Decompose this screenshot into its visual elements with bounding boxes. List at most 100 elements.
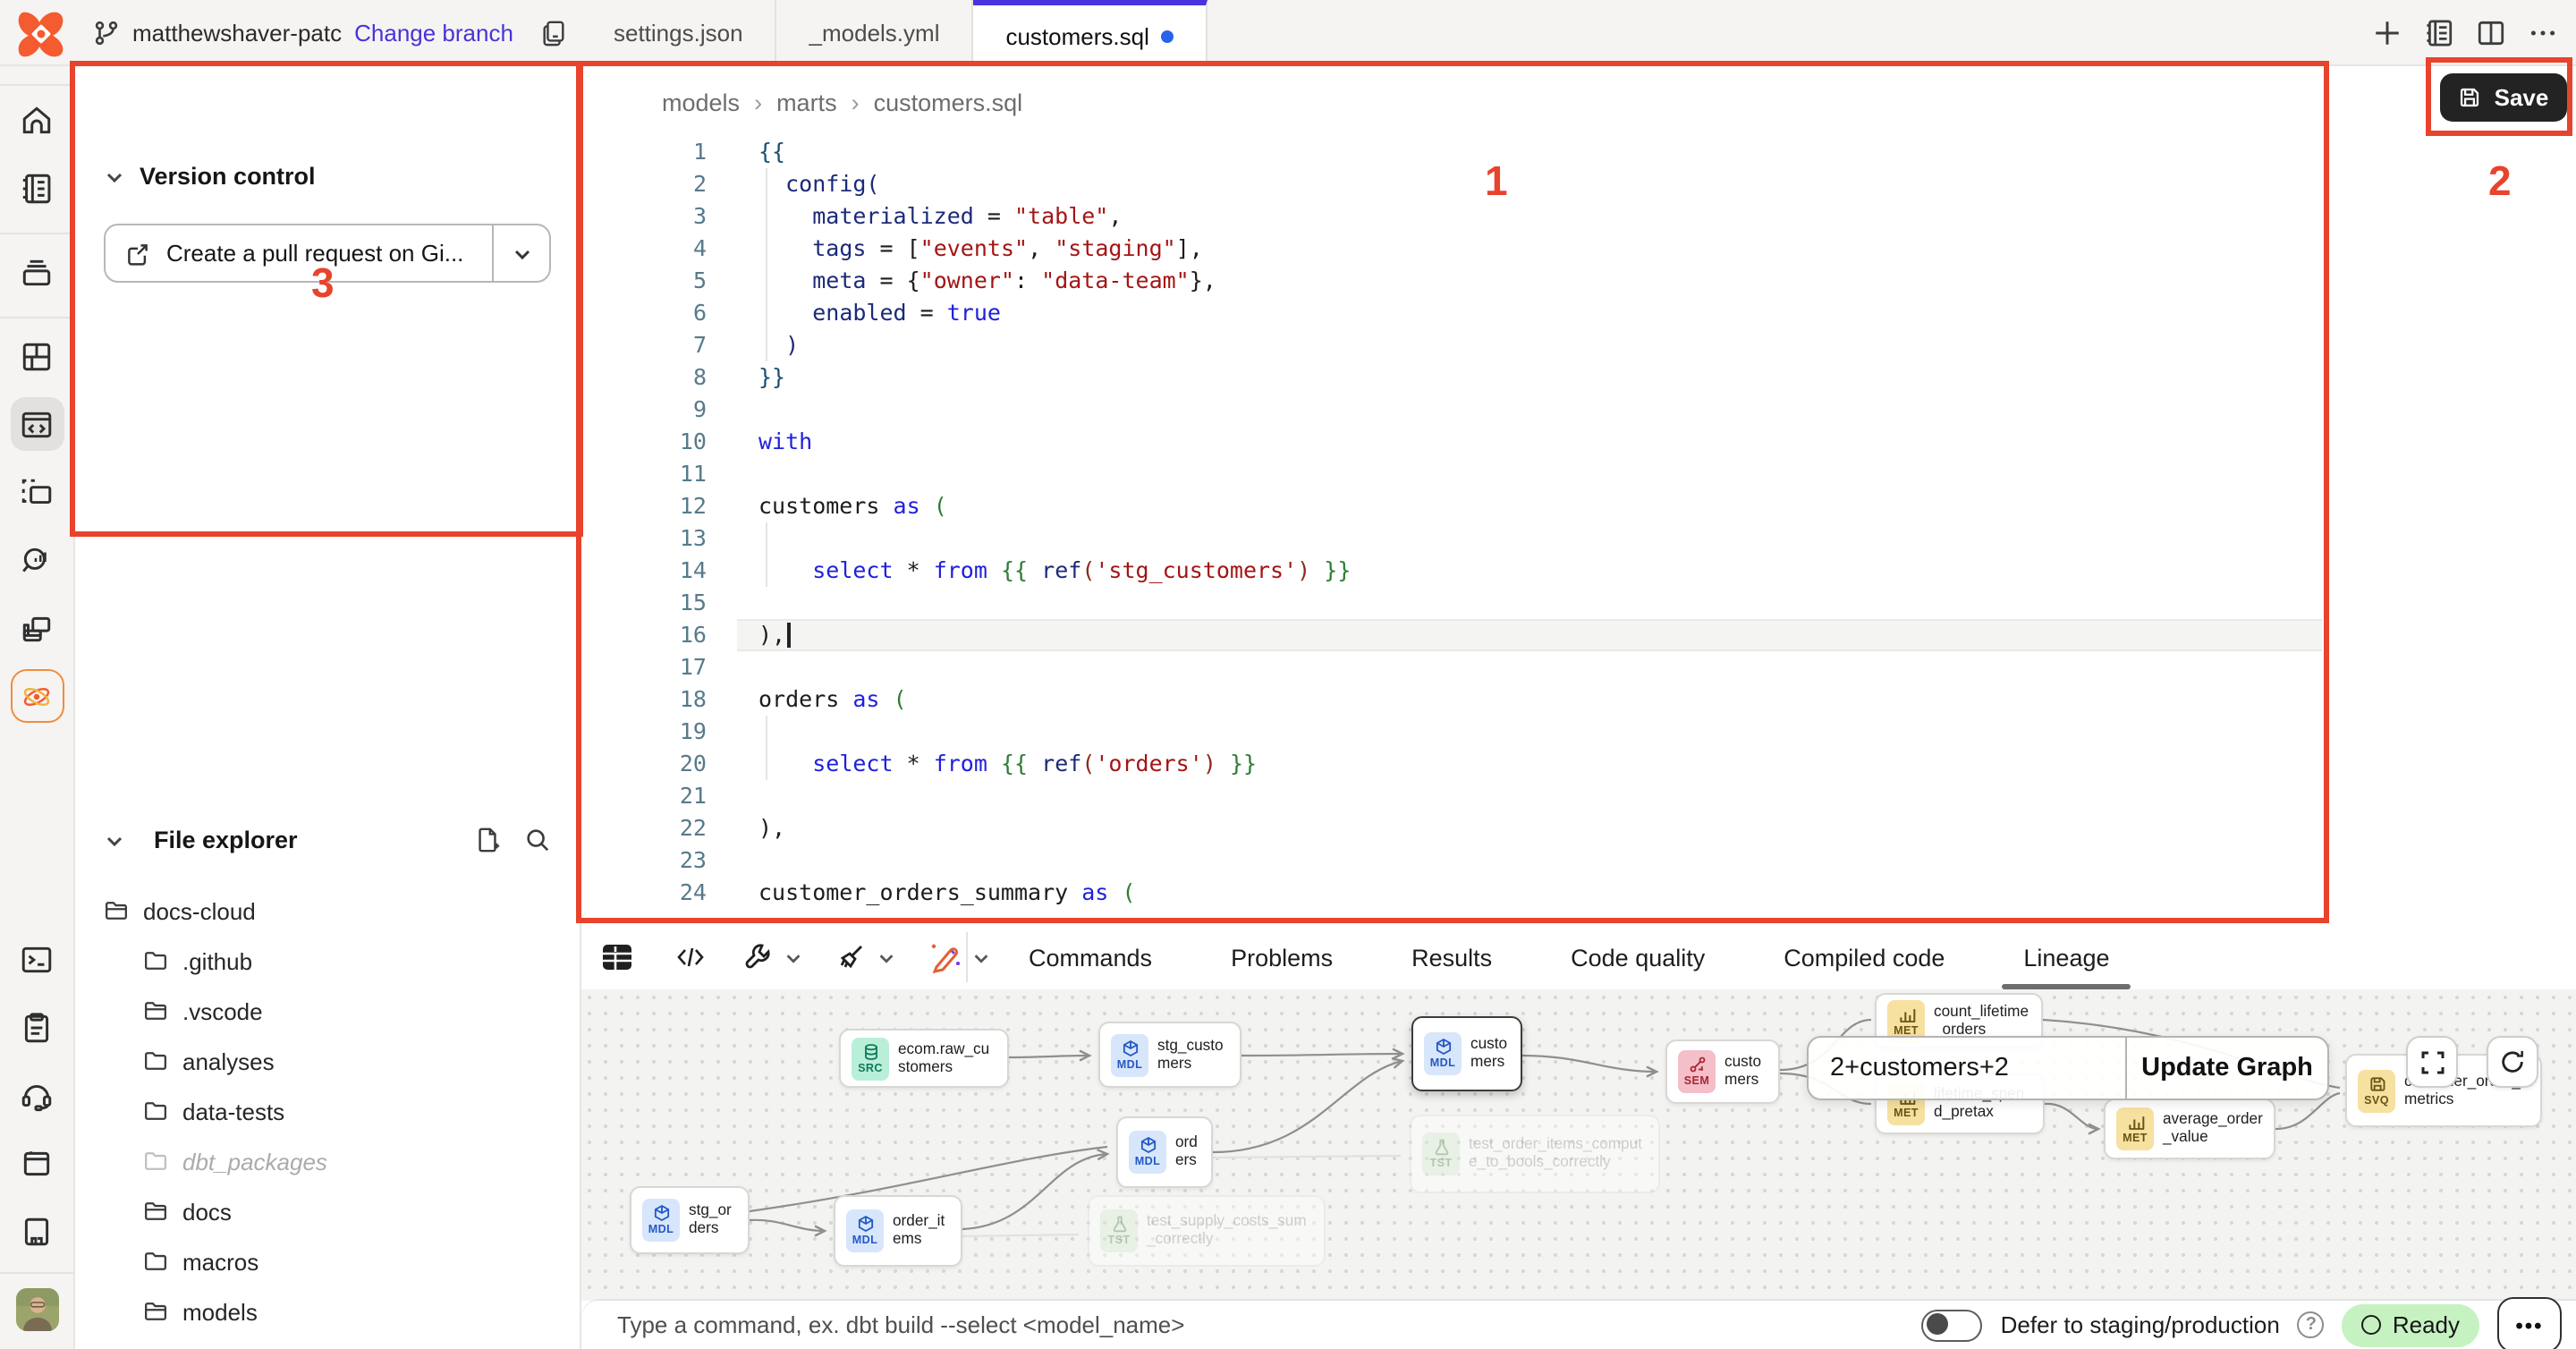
bottom-tab-results[interactable]: Results xyxy=(1372,925,1531,989)
lineage-node-average_order_value[interactable]: METaverage_order_value xyxy=(2104,1099,2275,1159)
create-pr-button[interactable]: Create a pull request on Gi... xyxy=(104,224,551,283)
code-line-3[interactable]: 3 materialized = "table", xyxy=(581,200,2331,233)
code-line-17[interactable]: 17 xyxy=(581,651,2331,683)
split-editor-icon[interactable] xyxy=(2474,17,2506,49)
pr-dropdown-caret[interactable] xyxy=(492,225,549,281)
tab-customers.sql[interactable]: customers.sql xyxy=(973,0,1208,66)
visual-editor-icon[interactable] xyxy=(10,465,64,519)
tree-item-docs-cloud[interactable]: docs-cloud xyxy=(75,886,581,936)
bottom-tab-commands[interactable]: Commands xyxy=(989,925,1191,989)
breadcrumb-models[interactable]: models xyxy=(662,89,740,116)
docs-browser-icon[interactable] xyxy=(10,1136,64,1190)
user-avatar[interactable] xyxy=(15,1288,58,1331)
code-line-24[interactable]: 24customer_orders_summary as ( xyxy=(581,877,2331,909)
lineage-node-test_supply_costs[interactable]: TSTtest_supply_costs_sum_correctly xyxy=(1088,1195,1326,1267)
code-line-22[interactable]: 22), xyxy=(581,812,2331,844)
tree-item-dbt_packages[interactable]: dbt_packages xyxy=(75,1136,581,1186)
breadcrumb-marts[interactable]: marts xyxy=(776,89,837,116)
code-line-11[interactable]: 11 xyxy=(581,458,2331,490)
code-line-4[interactable]: 4 tags = ["events", "staging"], xyxy=(581,233,2331,265)
code-line-20[interactable]: 20 select * from {{ ref('orders') }} xyxy=(581,748,2331,780)
save-button[interactable]: Save xyxy=(2440,73,2567,122)
code-line-1[interactable]: 1{{ xyxy=(581,136,2331,168)
code-line-16[interactable]: 16), xyxy=(581,619,2331,651)
breadcrumb-file[interactable]: customers.sql xyxy=(874,89,1023,116)
defer-toggle[interactable] xyxy=(1922,1309,1983,1341)
file-explorer-header[interactable]: File explorer xyxy=(104,827,551,853)
bottom-tab-code-quality[interactable]: Code quality xyxy=(1531,925,1744,989)
help-icon[interactable]: ? xyxy=(2298,1311,2325,1338)
code-line-9[interactable]: 9 xyxy=(581,394,2331,426)
tab-_models.yml[interactable]: _models.yml xyxy=(777,0,974,66)
windows-icon[interactable] xyxy=(10,601,64,655)
code-line-6[interactable]: 6 enabled = true xyxy=(581,297,2331,329)
tree-item-marts[interactable]: marts xyxy=(75,1336,581,1349)
lineage-filter-input[interactable]: 2+customers+2 xyxy=(1809,1038,2125,1099)
tree-item-.vscode[interactable]: .vscode xyxy=(75,986,581,1036)
refresh-graph-button[interactable] xyxy=(2487,1036,2538,1088)
clipboard-icon[interactable] xyxy=(10,1000,64,1054)
tab-settings.json[interactable]: settings.json xyxy=(581,0,777,66)
code-line-15[interactable]: 15 xyxy=(581,587,2331,619)
notebook-panel-icon[interactable] xyxy=(2422,17,2454,49)
code-line-10[interactable]: 10with xyxy=(581,426,2331,458)
lineage-node-orders[interactable]: MDLorders xyxy=(1116,1116,1213,1188)
chevron-down-icon[interactable] xyxy=(784,947,803,967)
more-options-icon[interactable] xyxy=(2526,17,2558,49)
copy-icon[interactable] xyxy=(540,20,567,47)
update-graph-button[interactable]: Update Graph xyxy=(2125,1038,2327,1099)
dbt-copilot-icon[interactable] xyxy=(10,669,64,723)
dashboard-grid-icon[interactable] xyxy=(10,329,64,383)
lineage-node-test_order_items[interactable]: TSTtest_order_items_compute_to_bools_cor… xyxy=(1410,1115,1660,1193)
organization-icon[interactable] xyxy=(10,1204,64,1258)
version-control-header[interactable]: Version control xyxy=(104,163,316,190)
headset-support-icon[interactable] xyxy=(10,1068,64,1122)
lineage-node-customers_sem[interactable]: SEMcustomers xyxy=(1665,1039,1780,1104)
notebook-icon[interactable] xyxy=(10,161,64,215)
status-more-button[interactable]: ••• xyxy=(2497,1297,2562,1349)
tree-item-.github[interactable]: .github xyxy=(75,936,581,986)
code-line-13[interactable]: 13 xyxy=(581,522,2331,555)
code-line-19[interactable]: 19 xyxy=(581,716,2331,748)
bottom-tab-lineage[interactable]: Lineage xyxy=(1984,925,2148,989)
lineage-node-stg_customers[interactable]: MDLstg_customers xyxy=(1098,1022,1241,1088)
tree-item-analyses[interactable]: analyses xyxy=(75,1036,581,1086)
code-line-18[interactable]: 18orders as ( xyxy=(581,683,2331,716)
code-line-21[interactable]: 21 xyxy=(581,780,2331,812)
bottom-tab-compiled-code[interactable]: Compiled code xyxy=(1744,925,1984,989)
lineage-node-order_items[interactable]: MDLorder_items xyxy=(834,1195,962,1267)
dbt-logo[interactable] xyxy=(14,7,68,61)
format-broom-icon[interactable] xyxy=(835,941,868,973)
build-wrench-icon[interactable] xyxy=(742,941,775,973)
compile-code-icon[interactable] xyxy=(674,941,707,973)
chevron-down-icon[interactable] xyxy=(877,947,896,967)
terminal-icon[interactable] xyxy=(10,932,64,986)
code-line-14[interactable]: 14 select * from {{ ref('stg_customers')… xyxy=(581,555,2331,587)
query-insights-icon[interactable] xyxy=(10,533,64,587)
change-branch-link[interactable]: Change branch xyxy=(354,20,513,47)
bottom-tab-problems[interactable]: Problems xyxy=(1191,925,1372,989)
environment-stack-icon[interactable] xyxy=(10,245,64,299)
tree-item-docs[interactable]: docs xyxy=(75,1186,581,1236)
search-files-icon[interactable] xyxy=(524,827,551,853)
code-line-23[interactable]: 23 xyxy=(581,844,2331,877)
code-editor-icon[interactable] xyxy=(10,397,64,451)
fullscreen-button[interactable] xyxy=(2406,1036,2458,1088)
new-file-icon[interactable] xyxy=(474,827,501,853)
ide-status-badge[interactable]: Ready xyxy=(2343,1303,2479,1346)
code-line-2[interactable]: 2 config( xyxy=(581,168,2331,200)
chevron-down-icon[interactable] xyxy=(971,947,991,967)
lineage-node-customers_mdl[interactable]: MDLcustomers xyxy=(1411,1016,1522,1091)
tree-item-macros[interactable]: macros xyxy=(75,1236,581,1286)
command-input[interactable]: Type a command, ex. dbt build --select <… xyxy=(617,1311,1184,1338)
code-line-12[interactable]: 12customers as ( xyxy=(581,490,2331,522)
tree-item-models[interactable]: models xyxy=(75,1286,581,1336)
code-line-5[interactable]: 5 meta = {"owner": "data-team"}, xyxy=(581,265,2331,297)
code-area[interactable]: 1{{2 config(3 materialized = "table",4 t… xyxy=(581,136,2331,925)
lineage-node-raw_customers[interactable]: SRCecom.raw_customers xyxy=(839,1029,1009,1088)
new-tab-plus-icon[interactable] xyxy=(2370,17,2402,49)
lineage-canvas[interactable]: SRCecom.raw_customers MDLstg_customers MDL… xyxy=(581,989,2576,1301)
lineage-node-stg_orders[interactable]: MDLstg_orders xyxy=(630,1186,750,1254)
tree-item-data-tests[interactable]: data-tests xyxy=(75,1086,581,1136)
preview-table-icon[interactable] xyxy=(599,939,635,975)
